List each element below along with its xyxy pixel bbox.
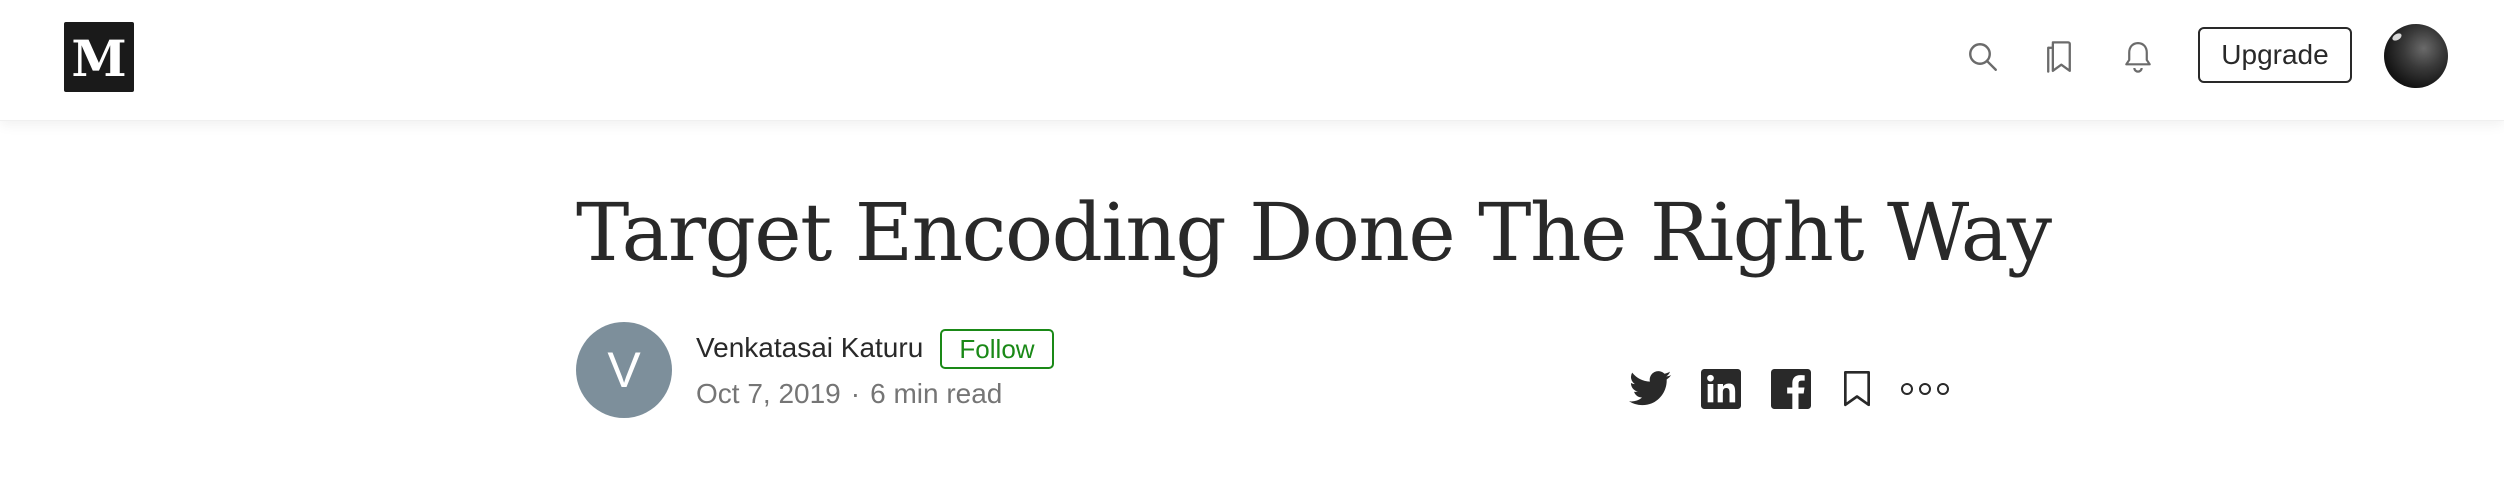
bookmark-icon[interactable]: [1834, 366, 1880, 412]
article-title: Target Encoding Done The Right Way: [576, 186, 2052, 279]
bookmarks-icon[interactable]: [2036, 34, 2082, 80]
author-initial: V: [607, 342, 641, 398]
more-icon[interactable]: [1900, 366, 1950, 412]
author-name-link[interactable]: Venkatasai Katuru: [696, 328, 923, 368]
article-meta: Oct 7, 2019 · 6 min read: [696, 374, 1002, 414]
publish-date: Oct 7, 2019: [696, 378, 841, 409]
upgrade-button[interactable]: Upgrade: [2198, 27, 2352, 83]
bell-icon[interactable]: [2115, 34, 2161, 80]
medium-logo-icon[interactable]: M: [64, 22, 134, 92]
read-time: 6 min read: [870, 378, 1003, 409]
top-navigation-bar: M Upgrade: [0, 0, 2504, 121]
user-avatar[interactable]: [2384, 24, 2448, 88]
logo-letter: M: [71, 29, 127, 88]
search-icon[interactable]: [1960, 34, 2006, 80]
meta-separator: ·: [850, 378, 861, 409]
follow-button[interactable]: Follow: [940, 329, 1054, 369]
facebook-icon[interactable]: [1768, 366, 1814, 412]
linkedin-icon[interactable]: [1698, 366, 1744, 412]
twitter-icon[interactable]: [1628, 366, 1674, 412]
author-avatar[interactable]: V: [576, 322, 672, 418]
